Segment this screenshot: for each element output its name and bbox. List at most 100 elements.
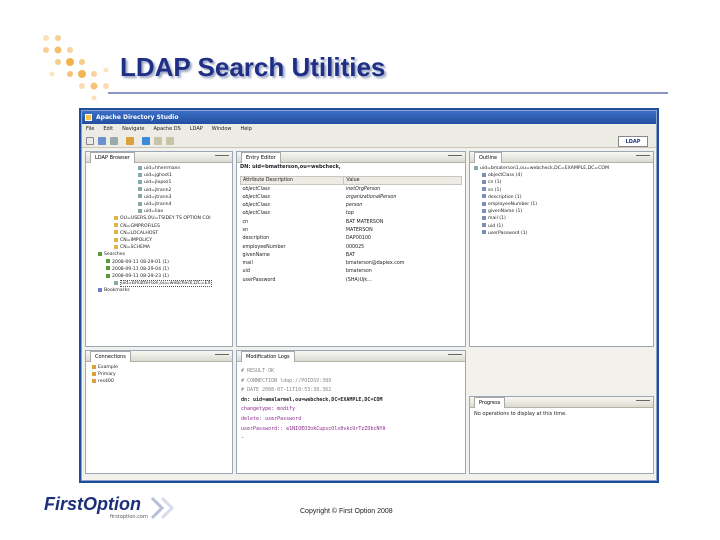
- search-icon: [106, 266, 110, 271]
- connect-icon[interactable]: [126, 137, 134, 145]
- back-icon[interactable]: [154, 137, 162, 145]
- tree-item[interactable]: OU=USERS,OU=TSIDEY TS OPTION COI: [88, 215, 232, 222]
- tree-item[interactable]: CN=SCHEMA: [88, 244, 232, 251]
- tree-item[interactable]: uid=jtrann4: [88, 201, 232, 208]
- copyright-text: Copyright © First Option 2008: [300, 508, 393, 515]
- table-row[interactable]: employeeNumber 000025: [241, 243, 462, 251]
- search-icon[interactable]: [142, 137, 150, 145]
- tree-item[interactable]: uid=hherrmann: [88, 165, 232, 172]
- folder-icon: [114, 215, 118, 220]
- toolbar: LDAP: [82, 134, 656, 148]
- attribute-table: Attribute Description Value objectClass in…: [239, 175, 462, 284]
- ldap-browser-pane: LDAP Browser uid=hherrmann uid=jghost1 u…: [85, 151, 233, 347]
- connections-list: Example Primary res400: [88, 364, 232, 386]
- outline-item[interactable]: sn (1): [472, 187, 652, 194]
- attribute-icon: [482, 208, 486, 213]
- view-controls-icon[interactable]: [448, 354, 462, 359]
- view-controls-icon[interactable]: [448, 155, 462, 160]
- view-controls-icon[interactable]: [215, 354, 229, 359]
- log-line: # RESULT OK: [241, 368, 275, 374]
- table-row[interactable]: objectClass person: [241, 201, 462, 209]
- folder-icon: [114, 244, 118, 249]
- table-row[interactable]: objectClass top: [241, 210, 462, 218]
- connection-item[interactable]: Primary: [88, 371, 232, 378]
- tab-entry-editor[interactable]: Entry Editor: [241, 152, 281, 163]
- connection-item[interactable]: Example: [88, 364, 232, 371]
- outline-item[interactable]: uid (1): [472, 223, 652, 230]
- company-logo-sub: firstoption.com: [110, 514, 148, 520]
- save-icon[interactable]: [98, 137, 106, 145]
- app-icon: [85, 114, 92, 121]
- entry-icon: [474, 165, 478, 170]
- window-titlebar: Apache Directory Studio: [82, 111, 656, 124]
- browser-tree: uid=hherrmann uid=jghost1 uid=jlopez1 ui…: [88, 165, 232, 295]
- column-header[interactable]: Value: [343, 175, 462, 186]
- tree-item[interactable]: 2008-09-11 08-29-01 (1): [88, 259, 232, 266]
- outline-item[interactable]: objectClass (4): [472, 172, 652, 179]
- outline-item[interactable]: mail (1): [472, 215, 652, 222]
- tree-item[interactable]: uid=jghost1: [88, 172, 232, 179]
- outline-item[interactable]: userPassword (1): [472, 230, 652, 237]
- menu-edit[interactable]: Edit: [103, 124, 113, 134]
- ldap-perspective-button[interactable]: LDAP: [618, 136, 648, 147]
- table-row[interactable]: cn BAT MATERSON: [241, 218, 462, 226]
- table-row[interactable]: objectClass inetOrgPerson: [241, 185, 462, 193]
- log-line: changetype: modify: [241, 406, 296, 413]
- menu-window[interactable]: Window: [212, 124, 232, 134]
- menu-bar: File Edit Navigate Apache DS LDAP Window…: [82, 124, 656, 134]
- tree-item[interactable]: uid=jtrann2: [88, 187, 232, 194]
- tree-item[interactable]: uid=jtrann3: [88, 194, 232, 201]
- bookmark-icon: [98, 287, 102, 292]
- outline-item[interactable]: employeeNumber (1): [472, 201, 652, 208]
- tab-modification-logs[interactable]: Modification Logs: [241, 351, 295, 362]
- menu-ldap[interactable]: LDAP: [190, 124, 203, 134]
- chevron-logo-icon: [150, 496, 175, 520]
- outline-item[interactable]: cn (1): [472, 179, 652, 186]
- tree-item[interactable]: 2008-09-11 08-29-23 (1): [88, 273, 232, 280]
- tab-connections[interactable]: Connections: [90, 351, 131, 362]
- tree-item[interactable]: uid=jlopez1: [88, 179, 232, 186]
- tab-ldap-browser[interactable]: LDAP Browser: [90, 152, 135, 163]
- table-row[interactable]: description DAP00100: [241, 235, 462, 243]
- attribute-icon: [482, 223, 486, 228]
- menu-help[interactable]: Help: [240, 124, 251, 134]
- tree-item[interactable]: 2008-09-11 08-29-04 (1): [88, 266, 232, 273]
- menu-apache-ds[interactable]: Apache DS: [154, 124, 181, 134]
- print-icon[interactable]: [110, 137, 118, 145]
- tab-progress[interactable]: Progress: [474, 397, 506, 408]
- tree-item[interactable]: CN=IMPOLICY: [88, 237, 232, 244]
- table-row[interactable]: mail bmaterson@dapiex.com: [241, 259, 462, 267]
- table-row[interactable]: sn MATERSON: [241, 226, 462, 234]
- table-row[interactable]: userPassword (SHA)Ujk...: [241, 276, 462, 284]
- table-row[interactable]: objectClass organizationalPerson: [241, 193, 462, 201]
- menu-file[interactable]: File: [86, 124, 94, 134]
- column-header[interactable]: Attribute Description: [239, 175, 345, 186]
- view-controls-icon[interactable]: [636, 400, 650, 405]
- view-controls-icon[interactable]: [215, 155, 229, 160]
- tree-item[interactable]: CN=GMPROFILES: [88, 223, 232, 230]
- user-icon: [138, 201, 142, 206]
- app-window: Apache Directory Studio File Edit Naviga…: [81, 110, 657, 481]
- connection-item[interactable]: res400: [88, 378, 232, 385]
- folder-icon: [114, 230, 118, 235]
- table-row[interactable]: uid bmaterson: [241, 268, 462, 276]
- tree-item[interactable]: uid=liao: [88, 208, 232, 215]
- outline-root[interactable]: uid=bmaterson1,ou=webcheck,DC=EXAMPLE,DC…: [472, 165, 652, 172]
- search-folder-icon: [98, 251, 102, 256]
- table-row[interactable]: givenName BAT: [241, 251, 462, 259]
- outline-tree: uid=bmaterson1,ou=webcheck,DC=EXAMPLE,DC…: [472, 165, 652, 237]
- view-controls-icon[interactable]: [636, 155, 650, 160]
- tree-item-searches[interactable]: Searches: [88, 251, 232, 258]
- tab-outline[interactable]: Outline: [474, 152, 503, 163]
- forward-icon[interactable]: [166, 137, 174, 145]
- search-icon: [106, 259, 110, 264]
- outline-item[interactable]: givenName (1): [472, 208, 652, 215]
- tree-item-selected[interactable]: uid=bmatterson,ou=webcheck,DC=EX: [88, 280, 232, 288]
- tree-item[interactable]: CN=LOCALHOST: [88, 230, 232, 237]
- company-logo: FirstOption: [44, 494, 141, 514]
- outline-item[interactable]: description (1): [472, 194, 652, 201]
- tree-item-bookmarks[interactable]: Bookmarks: [88, 287, 232, 294]
- new-icon[interactable]: [86, 137, 94, 145]
- menu-navigate[interactable]: Navigate: [122, 124, 144, 134]
- connection-icon: [92, 371, 96, 376]
